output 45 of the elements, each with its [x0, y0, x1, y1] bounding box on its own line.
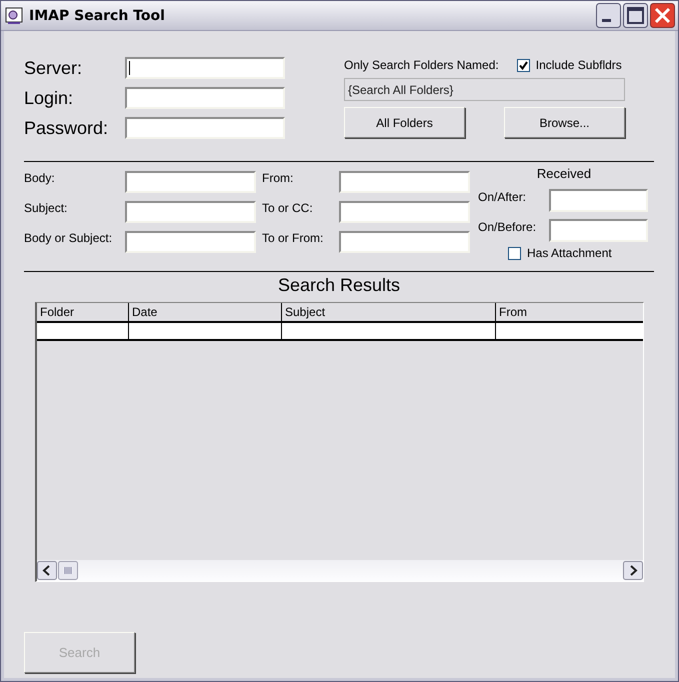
field-label: Server:	[24, 58, 84, 78]
field-label: On/After:	[478, 190, 528, 204]
field-label: On/Before:	[478, 220, 538, 234]
window-title: IMAP Search Tool	[29, 8, 166, 24]
input-field[interactable]	[125, 117, 285, 139]
horizontal-scrollbar[interactable]	[37, 560, 643, 581]
field-label: Login:	[24, 88, 74, 108]
input-field[interactable]	[339, 231, 470, 253]
scroll-left-button[interactable]	[37, 560, 57, 580]
folder-button[interactable]: Browse...	[504, 107, 625, 138]
close-button[interactable]	[650, 3, 675, 28]
field-label: Subject:	[24, 201, 68, 215]
column-header[interactable]: From	[496, 303, 643, 321]
checkbox-label: Has Attachment	[527, 246, 612, 260]
input-field[interactable]	[125, 171, 256, 193]
scroll-thumb[interactable]	[58, 560, 78, 580]
maximize-button[interactable]	[623, 3, 648, 28]
minimize-button[interactable]	[596, 3, 621, 28]
field-label: Body:	[24, 171, 56, 185]
app-icon	[5, 6, 23, 24]
checkbox-label: Include Subfldrs	[536, 58, 622, 72]
column-header[interactable]: Subject	[282, 303, 496, 321]
field-label: Password:	[24, 118, 110, 138]
section-title: Search Results	[276, 275, 402, 297]
folder-button[interactable]: All Folders	[344, 107, 465, 138]
date-field[interactable]	[549, 189, 648, 212]
input-field[interactable]	[125, 87, 285, 109]
input-field[interactable]	[125, 57, 285, 79]
received-heading: Received	[536, 166, 592, 181]
input-field[interactable]	[339, 171, 470, 193]
field-label: Body or Subject:	[24, 231, 114, 245]
folder-filter-label: Only Search Folders Named:	[344, 58, 499, 72]
input-field[interactable]	[125, 231, 256, 253]
checkbox[interactable]	[516, 58, 530, 72]
date-field[interactable]	[549, 219, 648, 242]
field-label: To or From:	[261, 231, 324, 245]
input-field[interactable]	[339, 201, 470, 223]
field-label: From:	[261, 171, 294, 185]
scroll-right-button[interactable]	[623, 560, 643, 580]
column-header[interactable]: Folder	[37, 303, 129, 321]
folder-field[interactable]: {Search All Folders}	[344, 78, 625, 101]
input-field[interactable]	[125, 201, 256, 223]
checkbox[interactable]	[508, 246, 521, 260]
column-header[interactable]: Date	[129, 303, 282, 321]
field-label: To or CC:	[261, 201, 314, 215]
